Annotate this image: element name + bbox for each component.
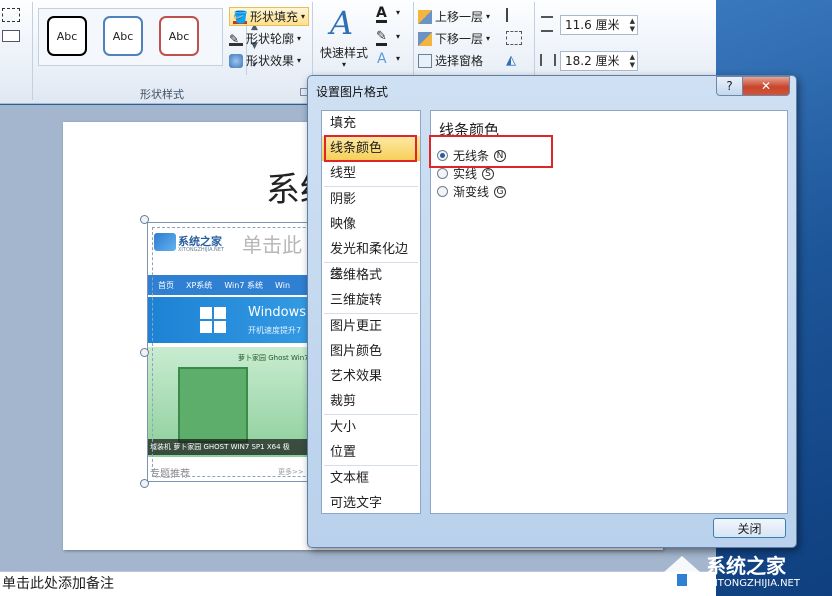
category-list: 填充线条颜色线型阴影映像发光和柔化边缘三维格式三维旋转图片更正图片颜色艺术效果裁… [321,110,421,514]
group-icon[interactable] [506,31,522,45]
dropdown-arrow-icon: ▾ [486,34,490,43]
shape-fill-label: 形状填充 [250,8,298,25]
shape-effects-button[interactable]: 形状效果 ▾ [229,52,301,69]
height-input[interactable]: 11.6 厘米 ▲▼ [560,15,638,35]
bring-forward-button[interactable]: 上移一层 ▾ [418,8,490,25]
radio-label: 渐变线 [453,183,489,200]
height-value: 11.6 厘米 [565,18,620,32]
category-item[interactable]: 图片更正 [322,314,420,339]
category-item[interactable]: 三维旋转 [322,288,420,313]
shape-effects-label: 形状效果 [246,52,294,69]
radio-button-icon[interactable] [437,168,448,179]
dropdown-arrow-icon: ▾ [486,12,490,21]
send-backward-button[interactable]: 下移一层 ▾ [418,30,490,47]
notes-pane[interactable]: 单击此处添加备注 [0,571,716,596]
notes-placeholder: 单击此处添加备注 [2,576,114,592]
style-sample-black[interactable]: Abc [47,16,87,56]
watermark: 系统之家 XITONGZHIJIA.NET [660,548,830,594]
close-icon[interactable]: ✕ [742,76,790,96]
format-picture-dialog: 设置图片格式 ? ✕ 填充线条颜色线型阴影映像发光和柔化边缘三维格式三维旋转图片… [307,75,797,548]
category-item[interactable]: 可选文字 [322,491,420,516]
quick-styles-button[interactable]: A 快速样式 ▾ [318,4,374,74]
category-item[interactable]: 文本框 [322,466,420,491]
shape-outline-button[interactable]: ✎ 形状轮廓 ▾ [229,30,301,47]
effects-icon [229,54,243,68]
pencil-icon: ✎ [229,32,243,46]
bring-forward-label: 上移一层 [435,8,483,25]
bring-forward-icon [418,10,432,24]
highlight-no-line-option [429,135,553,168]
access-key: G [494,186,506,198]
highlight-selected-category [324,135,417,162]
text-outline-arrow-icon[interactable]: ▾ [396,32,400,41]
text-fill-arrow-icon[interactable]: ▾ [396,8,400,17]
wordart-a-icon: A [330,4,353,42]
text-box-icon[interactable] [2,30,20,42]
watermark-text: 系统之家 [706,550,786,579]
width-input[interactable]: 18.2 厘米 ▲▼ [560,51,638,71]
send-backward-icon [418,32,432,46]
resize-handle-bottom-left[interactable] [140,479,149,488]
spin-arrows-icon[interactable]: ▲▼ [630,53,635,69]
resize-handle-left[interactable] [140,348,149,357]
line-color-pane: 线条颜色 无线条 N 实线 S 渐变线 G [430,110,788,514]
style-sample-blue[interactable]: Abc [103,16,143,56]
category-item[interactable]: 映像 [322,212,420,237]
close-button[interactable]: 关闭 [713,518,786,538]
dialog-title: 设置图片格式 [316,83,388,100]
resize-handle-top-left[interactable] [140,215,149,224]
category-item[interactable]: 图片颜色 [322,339,420,364]
selection-pane-label: 选择窗格 [435,52,483,69]
rotate-icon[interactable]: ◭ [506,53,516,68]
width-icon [540,54,556,66]
watermark-sub: XITONGZHIJIA.NET [708,578,800,589]
category-item[interactable]: 大小 [322,415,420,440]
radio-gradient-line[interactable]: 渐变线 G [437,183,506,200]
dropdown-arrow-icon: ▾ [342,60,346,69]
arrange-shapes-icon[interactable] [2,8,20,22]
shape-fill-button[interactable]: 🪣 形状填充 ▾ [229,7,309,26]
shape-styles-caption: 形状样式 [140,86,184,102]
category-item[interactable]: 位置 [322,440,420,465]
access-key: S [482,168,494,180]
dropdown-arrow-icon: ▾ [297,56,301,65]
align-icon[interactable] [506,8,520,22]
watermark-house-icon [660,550,704,590]
text-outline-icon[interactable]: ✎ [376,30,387,46]
style-sample-red[interactable]: Abc [159,16,199,56]
shape-outline-label: 形状轮廓 [246,30,294,47]
category-item[interactable]: 阴影 [322,187,420,212]
dropdown-arrow-icon: ▾ [297,34,301,43]
text-effects-arrow-icon[interactable]: ▾ [396,54,400,63]
category-item[interactable]: 三维格式 [322,263,420,288]
send-backward-label: 下移一层 [435,30,483,47]
text-effects-icon[interactable]: A [377,52,387,66]
selection-pane-icon [418,54,432,68]
spin-arrows-icon[interactable]: ▲▼ [630,17,635,33]
help-button[interactable]: ? [716,76,743,96]
category-item[interactable]: 艺术效果 [322,364,420,389]
category-item[interactable]: 填充 [322,111,420,136]
paint-bucket-icon: 🪣 [233,10,247,24]
quick-styles-label: 快速样式 [320,44,368,61]
width-value: 18.2 厘米 [565,54,620,68]
text-fill-icon[interactable]: A [376,6,387,23]
dropdown-arrow-icon: ▾ [301,12,305,21]
category-item[interactable]: 裁剪 [322,389,420,414]
category-item[interactable]: 线型 [322,161,420,186]
selection-pane-button[interactable]: 选择窗格 [418,52,483,69]
radio-button-icon[interactable] [437,186,448,197]
height-icon [541,16,553,32]
category-item[interactable]: 发光和柔化边缘 [322,237,420,262]
